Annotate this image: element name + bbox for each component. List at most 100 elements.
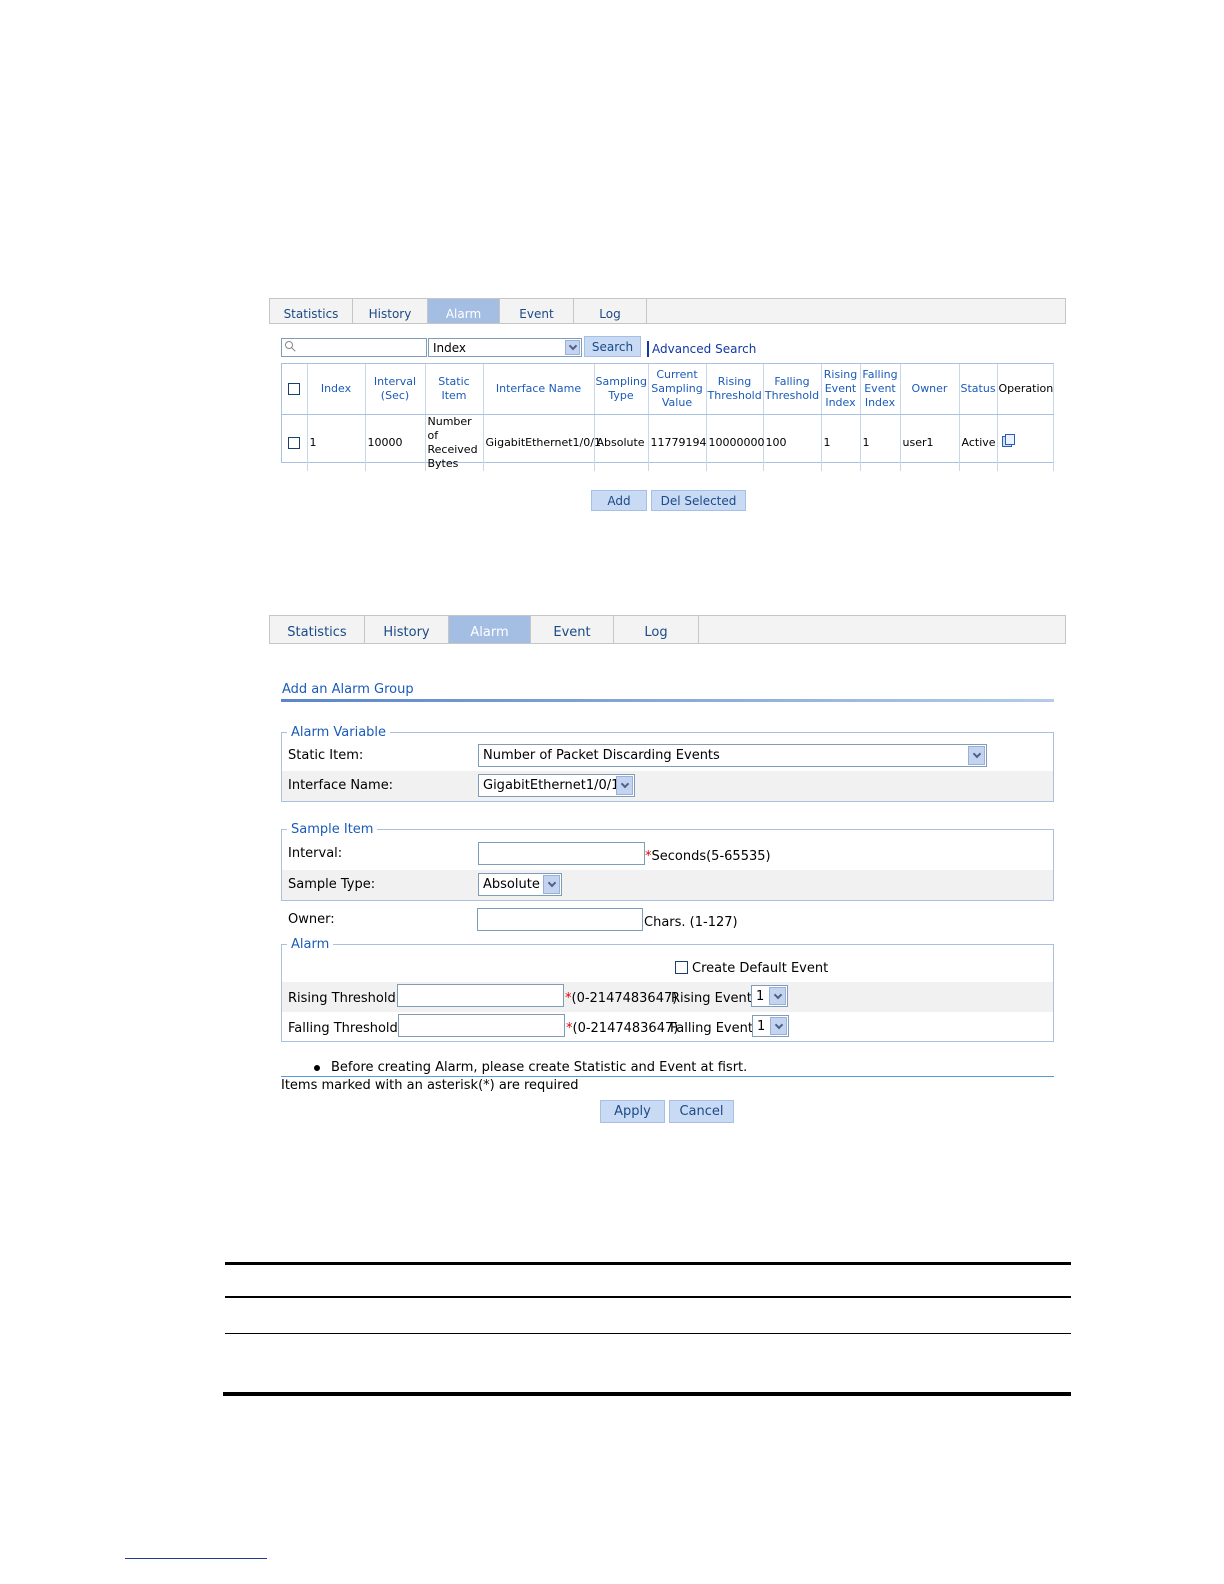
col-falling-event-index[interactable]: Falling Event Index bbox=[860, 364, 901, 415]
interface-name-select[interactable]: GigabitEthernet1/0/1 bbox=[478, 774, 635, 797]
tab-statistics[interactable]: Statistics bbox=[270, 616, 365, 643]
notes-divider bbox=[281, 1076, 1054, 1077]
owner-label: Owner: bbox=[288, 912, 335, 927]
alarm-add-tabbar: Statistics History Alarm Event Log bbox=[269, 615, 1066, 644]
falling-threshold-input[interactable] bbox=[398, 1014, 565, 1037]
row-checkbox[interactable] bbox=[288, 436, 301, 449]
falling-event-label: Falling Event: bbox=[670, 1021, 758, 1036]
add-button[interactable]: Add bbox=[591, 490, 647, 511]
cell-falling-event: 1 bbox=[860, 414, 901, 471]
cell-owner: user1 bbox=[900, 414, 960, 471]
copy-icon[interactable] bbox=[1000, 433, 1016, 448]
page-title: Add an Alarm Group bbox=[282, 682, 414, 697]
table-row: 1 10000 Number of Received Bytes Gigabit… bbox=[282, 414, 1054, 471]
alarm-list-tabbar: Statistics History Alarm Event Log bbox=[269, 298, 1066, 324]
col-interface-name[interactable]: Interface Name bbox=[483, 364, 595, 415]
cell-status: Active bbox=[959, 414, 998, 471]
table-rule-row bbox=[225, 1333, 1071, 1334]
table-header-row: Index Interval (Sec) Static Item Interfa… bbox=[282, 364, 1054, 415]
chevron-down-icon bbox=[770, 1017, 787, 1035]
title-divider bbox=[281, 699, 1054, 702]
table-rule-top bbox=[225, 1262, 1071, 1265]
cell-current-value: 11779194 bbox=[648, 414, 707, 471]
cell-interval: 10000 bbox=[365, 414, 426, 471]
cancel-button[interactable]: Cancel bbox=[669, 1100, 734, 1123]
del-selected-button[interactable]: Del Selected bbox=[651, 490, 746, 511]
interface-name-value: GigabitEthernet1/0/1 bbox=[483, 778, 620, 793]
create-default-event-label: Create Default Event bbox=[692, 961, 829, 976]
tab-event[interactable]: Event bbox=[500, 299, 574, 323]
tab-history[interactable]: History bbox=[365, 616, 449, 643]
tab-alarm[interactable]: Alarm bbox=[449, 616, 531, 643]
cell-rising-event: 1 bbox=[821, 414, 861, 471]
table-rule-bottom bbox=[223, 1392, 1071, 1396]
sample-type-select[interactable]: Absolute bbox=[478, 873, 562, 896]
cell-rising-threshold: 10000000 bbox=[706, 414, 765, 471]
search-icon bbox=[285, 341, 293, 349]
required-note: Items marked with an asterisk(*) are req… bbox=[281, 1078, 579, 1093]
interface-name-label: Interface Name: bbox=[288, 778, 394, 793]
tab-statistics[interactable]: Statistics bbox=[270, 299, 353, 323]
cell-operation bbox=[997, 414, 1054, 471]
chevron-down-icon bbox=[616, 776, 633, 795]
select-all-checkbox[interactable] bbox=[288, 382, 301, 395]
col-rising-event-index[interactable]: Rising Event Index bbox=[821, 364, 861, 415]
col-status[interactable]: Status bbox=[959, 364, 998, 415]
col-static-item[interactable]: Static Item bbox=[425, 364, 484, 415]
cell-static-item: Number of Received Bytes bbox=[425, 414, 484, 471]
col-operation: Operation bbox=[997, 364, 1054, 415]
col-falling-threshold[interactable]: Falling Threshold bbox=[763, 364, 822, 415]
col-current-value[interactable]: Current Sampling Value bbox=[648, 364, 707, 415]
cell-index: 1 bbox=[307, 414, 366, 471]
tab-log[interactable]: Log bbox=[614, 616, 699, 643]
search-field-value: Index bbox=[433, 340, 467, 355]
cell-interface: GigabitEthernet1/0/1 bbox=[483, 414, 601, 471]
creation-note: Before creating Alarm, please create Sta… bbox=[331, 1060, 748, 1075]
alarm-legend: Alarm bbox=[287, 937, 334, 952]
static-item-select[interactable]: Number of Packet Discarding Events bbox=[478, 744, 987, 767]
col-owner[interactable]: Owner bbox=[900, 364, 960, 415]
apply-button[interactable]: Apply bbox=[600, 1100, 665, 1123]
falling-event-select[interactable]: 1 bbox=[752, 1015, 789, 1037]
col-sampling-type[interactable]: Sampling Type bbox=[594, 364, 649, 415]
cell-falling-threshold: 100 bbox=[763, 414, 822, 471]
bullet-icon bbox=[314, 1065, 320, 1071]
interval-hint-text: Seconds(5-65535) bbox=[651, 849, 771, 864]
interval-input[interactable] bbox=[478, 842, 645, 865]
tab-log[interactable]: Log bbox=[574, 299, 647, 323]
sample-type-value: Absolute bbox=[483, 877, 540, 892]
advanced-search-link[interactable]: Advanced Search bbox=[652, 342, 756, 356]
rising-hint-text: (0-2147483647) bbox=[571, 991, 678, 1006]
tab-alarm[interactable]: Alarm bbox=[428, 299, 500, 323]
search-button[interactable]: Search bbox=[584, 336, 641, 357]
static-item-label: Static Item: bbox=[288, 748, 364, 763]
col-index[interactable]: Index bbox=[307, 364, 366, 415]
falling-event-value: 1 bbox=[757, 1018, 766, 1034]
search-field-select[interactable]: Index bbox=[428, 338, 582, 357]
create-default-event-checkbox[interactable] bbox=[675, 961, 688, 974]
col-interval[interactable]: Interval (Sec) bbox=[365, 364, 426, 415]
footnote-rule bbox=[125, 1558, 267, 1559]
select-all-cell bbox=[282, 364, 308, 415]
search-input[interactable] bbox=[281, 338, 427, 357]
rising-threshold-input[interactable] bbox=[397, 984, 564, 1007]
rising-event-select[interactable]: 1 bbox=[751, 985, 788, 1007]
falling-threshold-hint: *(0-2147483647) bbox=[566, 1021, 678, 1036]
tab-history[interactable]: History bbox=[353, 299, 428, 323]
sample-type-label: Sample Type: bbox=[288, 877, 376, 892]
interval-label: Interval: bbox=[288, 846, 343, 861]
col-rising-threshold[interactable]: Rising Threshold bbox=[706, 364, 764, 415]
chevron-down-icon bbox=[769, 987, 786, 1005]
table-rule-header bbox=[225, 1296, 1071, 1298]
alarm-table: Index Interval (Sec) Static Item Interfa… bbox=[281, 363, 1054, 471]
chevron-down-icon bbox=[543, 875, 560, 894]
rising-event-label: Rising Event: bbox=[671, 991, 757, 1006]
rising-event-value: 1 bbox=[756, 988, 765, 1004]
row-shade bbox=[282, 771, 1053, 801]
cell-sampling-type: Absolute bbox=[594, 414, 649, 471]
static-item-value: Number of Packet Discarding Events bbox=[483, 748, 720, 763]
tab-event[interactable]: Event bbox=[531, 616, 614, 643]
separator bbox=[647, 341, 649, 357]
owner-input[interactable] bbox=[477, 908, 643, 931]
row-shade bbox=[282, 870, 1053, 900]
